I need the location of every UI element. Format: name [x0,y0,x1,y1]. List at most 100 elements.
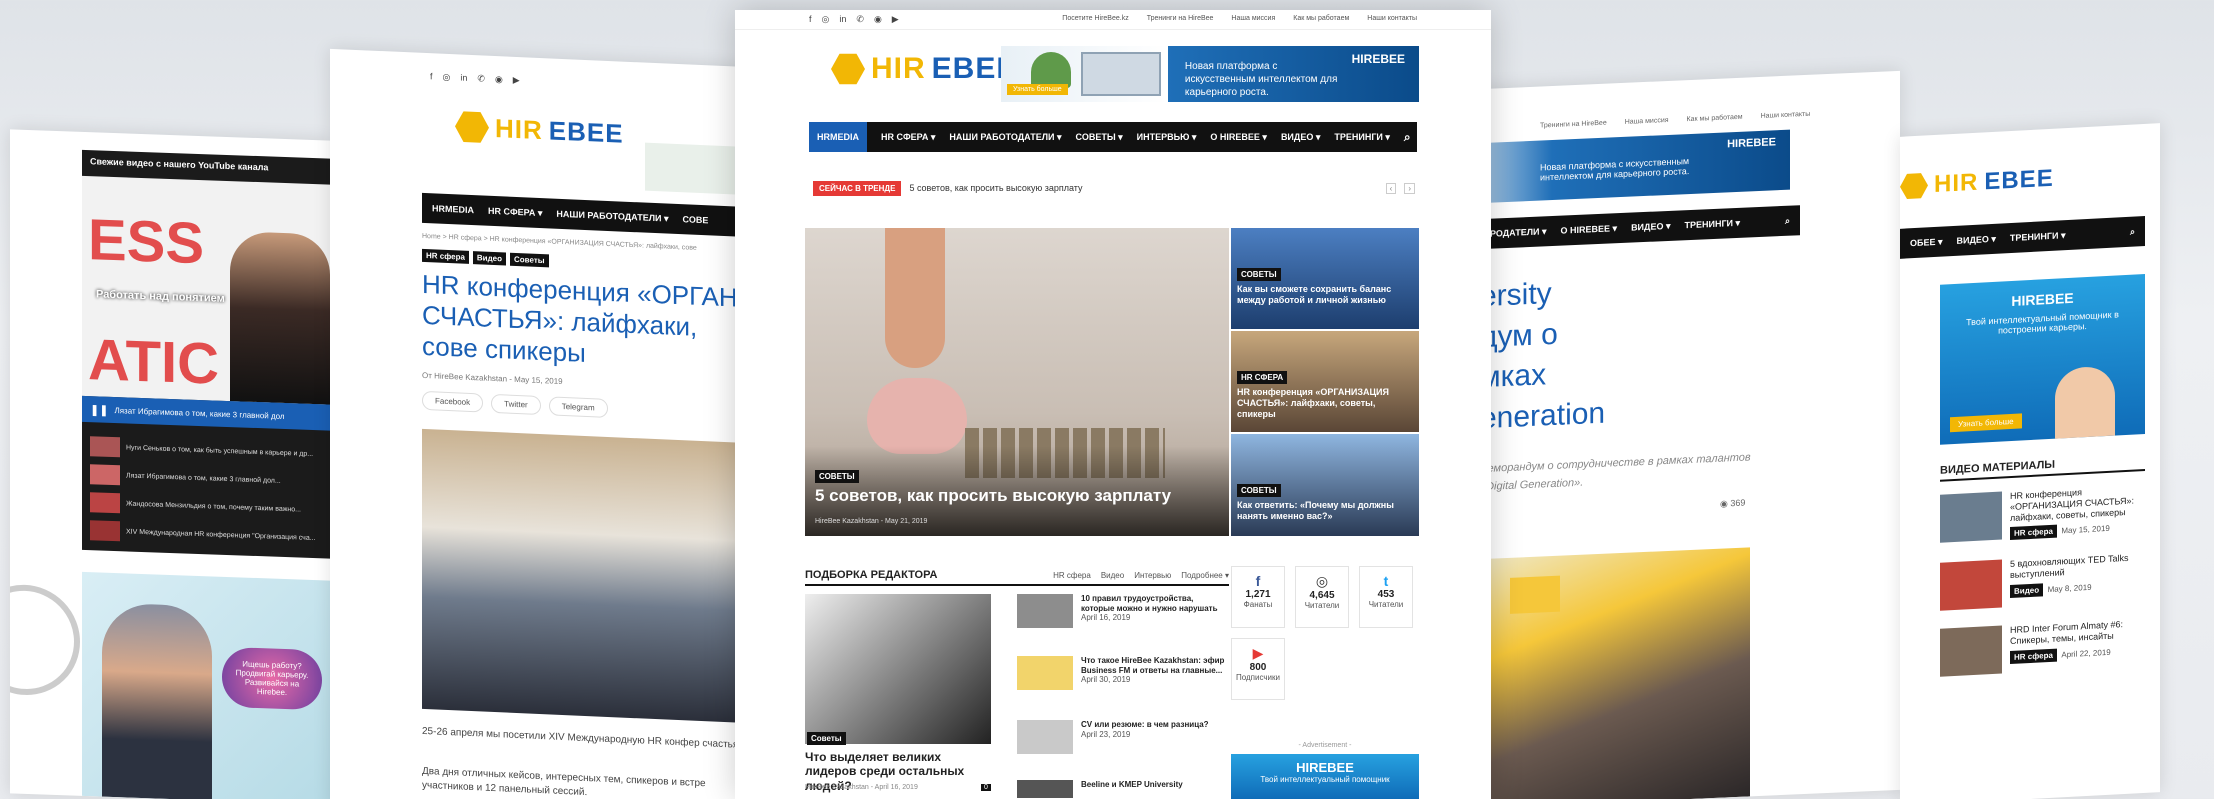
vk-icon[interactable]: ✆ [856,14,864,25]
top-link[interactable]: Тренинги на HireBee [1147,15,1214,22]
search-icon[interactable]: ⌕ [1404,130,1411,145]
linkedin-icon[interactable]: in [460,73,467,84]
logo[interactable]: HIR EBEE [455,109,624,150]
side-title[interactable]: Как вы сможете сохранить баланс между ра… [1237,284,1413,306]
sidebar-ad-button[interactable]: Узнать больше [1950,413,2022,433]
hero-tag[interactable]: СОВЕТЫ [815,470,859,483]
trending-next-button[interactable]: › [1404,182,1415,194]
article-photo [422,428,750,724]
editor-filter[interactable]: Интервью [1134,571,1171,580]
header-ad-banner[interactable]: Узнать больше Новая платформа с искусств… [1001,46,1419,102]
nav-item-hr[interactable]: HR СФЕРА ▾ [881,132,935,143]
side-article[interactable]: СОВЕТЫ Как ответить: «Почему мы должны н… [1231,434,1419,536]
article-title: HR конференция «ОРГАН СЧАСТЬЯ»: лайфхаки… [422,268,738,369]
video-player[interactable]: ESS ATIC Работать над понятием [82,175,330,405]
promo-bubble: Ищешь работу? Продвигай карьеру. Развива… [222,646,322,711]
editor-list-item[interactable]: 10 правил трудоустройства, которые можно… [1017,594,1229,628]
nav-item[interactable]: О HIREBEE ▾ [1561,223,1618,236]
pause-icon[interactable]: ❚❚ [90,403,108,417]
nav-item[interactable]: РОДАТЕЛИ ▾ [1490,226,1547,239]
promo-image: Ищешь работу? Продвигай карьеру. Развива… [82,571,330,799]
nav-item[interactable]: ВИДЕО ▾ [1631,220,1670,233]
trending-link[interactable]: 5 советов, как просить высокую зарплату [909,183,1082,193]
right-logo[interactable]: HIR EBEE [1900,165,2054,201]
hero-title[interactable]: 5 советов, как просить высокую зарплату [815,486,1171,506]
editor-filter[interactable]: Видео [1101,571,1124,580]
editor-list-thumb [1017,780,1073,798]
editor-list-item[interactable]: Что такое HireBee Kazakhstan: эфир Busin… [1017,656,1229,690]
editor-main-tag[interactable]: Советы [807,732,846,745]
youtube-header: Свежие видео с нашего YouTube канала [90,156,269,173]
stat-youtube[interactable]: ▶ 800 Подписчики [1231,638,1285,700]
hero-article[interactable]: СОВЕТЫ 5 советов, как просить высокую за… [805,228,1229,536]
side-tag[interactable]: HR СФЕРА [1237,371,1288,384]
nav-item-interview[interactable]: ИНТЕРВЬЮ ▾ [1137,132,1197,143]
instagram-icon[interactable]: ◎ [822,14,830,25]
nav-item[interactable]: ТРЕНИНГИ ▾ [1684,217,1740,230]
facebook-icon: f [1255,573,1261,589]
tag-advice[interactable]: Советы [510,252,549,268]
editor-list-item[interactable]: Beeline и KMEP University [1017,780,1229,798]
facebook-icon[interactable]: f [809,14,812,25]
nav-item-hrmedia[interactable]: HRMEDIA [809,122,867,152]
top-link[interactable]: Наша миссия [1231,15,1275,22]
editor-filter[interactable]: Подробнее ▾ [1181,571,1229,580]
nav-item[interactable]: НАШИ РАБОТОДАТЕЛИ ▾ [556,208,668,224]
editor-filter[interactable]: HR сфера [1053,571,1091,580]
sidebar-ad[interactable]: HIREBEE Твой интеллектуальный помощник [1231,754,1419,799]
side-article[interactable]: СОВЕТЫ Как вы сможете сохранить баланс м… [1231,228,1419,329]
top-link[interactable]: Наши контакты [1367,15,1417,22]
facebook-icon[interactable]: f [430,71,433,82]
share-telegram-button[interactable]: Telegram [548,396,608,418]
sidebar-ad[interactable]: HIREBEE Твой интеллектуальный помощник в… [1940,273,2145,445]
twitter-icon[interactable]: ◉ [874,14,882,25]
vk-icon[interactable]: ✆ [477,73,485,84]
nav-item[interactable]: HRMEDIA [432,203,474,215]
nav-item-employers[interactable]: НАШИ РАБОТОДАТЕЛИ ▾ [949,132,1061,143]
youtube-icon[interactable]: ▶ [513,75,520,86]
nav-item-advice[interactable]: СОВЕТЫ ▾ [1076,132,1123,143]
top-link[interactable]: Как мы работаем [1293,15,1349,22]
video-item[interactable]: 5 вдохновляющих TED Talks выступлений Вид… [1940,552,2145,611]
logo-hex-icon [455,109,489,144]
side-tag[interactable]: СОВЕТЫ [1237,484,1281,497]
search-icon[interactable]: ⌕ [2130,226,2135,237]
linkedin-icon[interactable]: in [839,14,846,25]
social-row: f ◎ in ✆ ◉ ▶ [809,14,899,25]
youtube-icon[interactable]: ▶ [892,14,899,25]
top-link[interactable]: Поcетите HireBee.kz [1062,15,1128,22]
instagram-icon[interactable]: ◎ [443,72,451,83]
stat-twitter[interactable]: t 453 Читатели [1359,566,1413,628]
side-tag[interactable]: СОВЕТЫ [1237,268,1281,281]
header-ad-button[interactable]: Узнать больше [1007,84,1068,95]
logo[interactable]: HIR EBEE [831,52,1017,86]
nav-item[interactable]: СОВЕ [683,214,709,225]
editor-list-item[interactable]: CV или резюме: в чем разница? April 23, 2… [1017,720,1229,754]
nav-item[interactable]: ТРЕНИНГИ ▾ [2010,230,2066,244]
video-item[interactable]: HRD Inter Forum Almaty #6: Спикеры, темы… [1940,618,2145,677]
tag-hr[interactable]: HR сфера [422,248,469,264]
stat-facebook[interactable]: f 1,271 Фанаты [1231,566,1285,628]
editor-main-image[interactable] [805,594,991,744]
trending-prev-button[interactable]: ‹ [1385,182,1397,194]
search-icon[interactable]: ⌕ [1785,215,1790,226]
side-article[interactable]: HR СФЕРА HR конференция «ОРГАНИЗАЦИЯ СЧА… [1231,331,1419,432]
side-title[interactable]: HR конференция «ОРГАНИЗАЦИЯ СЧАСТЬЯ»: ла… [1237,387,1413,419]
nav-item[interactable]: ОБЕЕ ▾ [1910,236,1943,249]
nav-item[interactable]: HR СФЕРА ▾ [488,205,542,218]
tag-video[interactable]: Видео [472,251,507,266]
nav-item-video[interactable]: ВИДЕО ▾ [1281,132,1320,143]
twitter-icon[interactable]: ◉ [495,74,503,85]
nav-item-about[interactable]: О HIREBEE ▾ [1210,132,1267,143]
right-article-title: ersity дум о мках eneration [1480,277,1606,435]
breadcrumb[interactable]: Home > HR сфера > HR конференция «ОРГАНИ… [422,233,697,252]
side-title[interactable]: Как ответить: «Почему мы должны нанять и… [1237,500,1413,522]
stat-instagram[interactable]: ◎ 4,645 Читатели [1295,566,1349,628]
video-item[interactable]: HR конференция «ОРГАНИЗАЦИЯ СЧАСТЬЯ»: ла… [1940,484,2145,545]
right-header-ad[interactable]: Новая платформа с искусственным интеллек… [1480,129,1790,205]
video-thumb [1940,559,2002,611]
share-twitter-button[interactable]: Twitter [491,393,541,416]
nav-item-trainings[interactable]: ТРЕНИНГИ ▾ [1334,132,1390,143]
nav-item[interactable]: ВИДЕО ▾ [1957,233,1996,246]
share-facebook-button[interactable]: Facebook [422,390,484,413]
